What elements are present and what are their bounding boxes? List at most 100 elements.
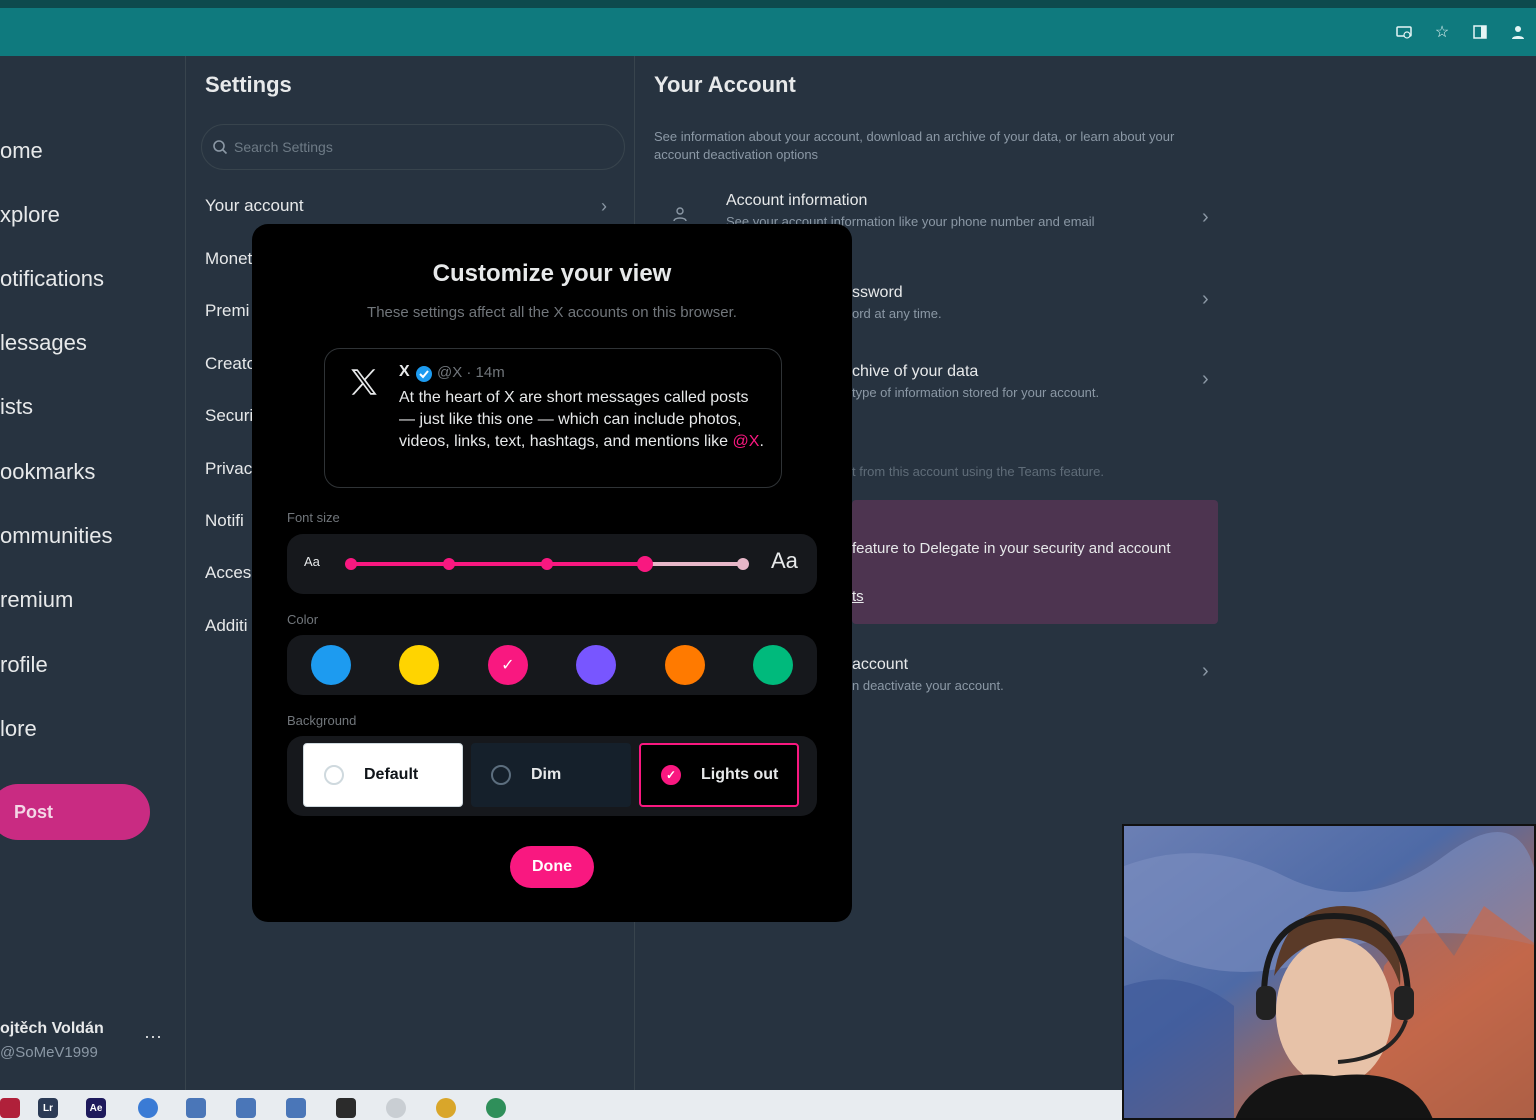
account-row-sub: ord at any time.	[852, 306, 942, 321]
webcam-image	[1124, 826, 1534, 1118]
app-icon[interactable]	[186, 1098, 206, 1118]
nav-notifications[interactable]: otifications	[0, 266, 104, 292]
profile-icon[interactable]	[1508, 22, 1528, 42]
nav-premium[interactable]: remium	[0, 587, 73, 613]
browser-icon[interactable]	[138, 1098, 158, 1118]
color-swatch-green[interactable]	[753, 645, 793, 685]
font-size-panel: Aa Aa	[287, 534, 817, 594]
preview-body: At the heart of X are short messages cal…	[399, 389, 749, 450]
slider-step[interactable]	[443, 558, 455, 570]
color-swatch-orange[interactable]	[664, 645, 705, 685]
settings-item-additional[interactable]: Additi	[205, 616, 248, 636]
color-picker: ✓	[287, 635, 817, 695]
settings-item-monetization[interactable]: Monet	[205, 249, 252, 269]
slider-thumb[interactable]	[637, 556, 653, 572]
preview-author-name: X	[399, 363, 410, 380]
font-size-slider[interactable]	[343, 548, 753, 580]
radio-unchecked-icon	[324, 765, 344, 785]
chevron-right-icon: ›	[601, 196, 607, 216]
side-panel-icon[interactable]	[1470, 22, 1490, 42]
nav-explore[interactable]: xplore	[0, 202, 60, 228]
post-button[interactable]: Post	[0, 784, 150, 840]
account-user-handle: @SoMeV1999	[0, 1044, 98, 1061]
background-default-option[interactable]: Default	[303, 743, 463, 807]
lightroom-icon[interactable]: Lr	[38, 1098, 58, 1118]
delegate-link[interactable]: ts	[852, 588, 864, 605]
slider-step[interactable]	[541, 558, 553, 570]
account-row-sub: n deactivate your account.	[852, 678, 1004, 693]
webcam-overlay	[1122, 824, 1536, 1120]
nav-lists[interactable]: ists	[0, 394, 33, 420]
chevron-right-icon: ›	[1202, 288, 1209, 310]
nav-profile[interactable]: rofile	[0, 652, 48, 678]
color-swatch-yellow[interactable]	[399, 645, 440, 685]
preview-mention: @X	[732, 433, 760, 450]
settings-item-your-account[interactable]: Your account	[205, 196, 304, 216]
os-taskbar: Lr Ae	[0, 1090, 1122, 1120]
color-swatch-purple[interactable]	[576, 645, 617, 685]
delegate-banner: feature to Delegate in your security and…	[852, 500, 1218, 624]
background-dim-label: Dim	[531, 766, 562, 783]
background-dim-option[interactable]: Dim	[471, 743, 631, 807]
account-title: Your Account	[654, 72, 796, 97]
font-size-large-label: Aa	[771, 548, 798, 573]
background-picker: Default Dim ✓ Lights out	[287, 736, 817, 816]
font-size-small-label: Aa	[304, 554, 320, 569]
color-swatch-blue[interactable]	[311, 645, 351, 685]
cast-icon[interactable]	[1394, 22, 1414, 42]
background-lights-out-option[interactable]: ✓ Lights out	[639, 743, 799, 807]
app-icon[interactable]	[0, 1098, 20, 1118]
nav-home[interactable]: ome	[0, 138, 43, 164]
settings-item-privacy[interactable]: Privac	[205, 459, 252, 479]
check-icon: ✓	[661, 765, 681, 785]
account-row-title[interactable]: Account information	[726, 192, 867, 210]
settings-title: Settings	[205, 72, 292, 97]
account-row-sub: t from this account using the Teams feat…	[852, 464, 1104, 479]
figma-icon[interactable]	[336, 1098, 356, 1118]
nav-bookmarks[interactable]: ookmarks	[0, 459, 95, 485]
slider-step[interactable]	[737, 558, 749, 570]
settings-item-premium[interactable]: Premi	[205, 301, 249, 321]
customize-view-modal: Customize your view These settings affec…	[252, 224, 852, 922]
account-row-sub: type of information stored for your acco…	[852, 385, 1100, 400]
account-row-title[interactable]: ssword	[852, 284, 903, 302]
background-lights-out-label: Lights out	[701, 766, 779, 783]
settings-search[interactable]	[201, 124, 625, 170]
account-row-title[interactable]: chive of your data	[852, 363, 978, 381]
bookmark-star-icon[interactable]: ☆	[1432, 22, 1452, 42]
app-icon[interactable]	[386, 1098, 406, 1118]
after-effects-icon[interactable]: Ae	[86, 1098, 106, 1118]
delegate-text: feature to Delegate in your security and…	[852, 540, 1171, 557]
app-icon[interactable]	[286, 1098, 306, 1118]
app-icon[interactable]	[236, 1098, 256, 1118]
radio-unchecked-icon	[491, 765, 511, 785]
search-icon	[213, 140, 228, 155]
account-description: See information about your account, down…	[654, 129, 1175, 162]
settings-item-notifications[interactable]: Notifi	[205, 511, 244, 531]
nav-more[interactable]: lore	[0, 716, 37, 742]
settings-item-accessibility[interactable]: Acces	[205, 563, 251, 583]
font-size-label: Font size	[287, 510, 340, 525]
chevron-right-icon: ›	[1202, 660, 1209, 682]
settings-search-input[interactable]	[234, 139, 594, 155]
slider-step[interactable]	[345, 558, 357, 570]
browser-toolbar: ☆	[0, 8, 1536, 56]
preview-handle-time: @X · 14m	[437, 364, 505, 381]
preview-end: .	[759, 433, 764, 450]
color-swatch-pink[interactable]: ✓	[487, 645, 528, 685]
account-user-name[interactable]: ojtěch Voldán	[0, 1020, 104, 1038]
x-logo-icon	[351, 369, 377, 395]
chrome-icon[interactable]	[436, 1098, 456, 1118]
account-row-title[interactable]: account	[852, 656, 908, 674]
settings-item-creator[interactable]: Creato	[205, 354, 256, 374]
person-icon	[673, 207, 687, 222]
settings-item-security[interactable]: Securi	[205, 406, 253, 426]
account-more-button[interactable]: ···	[144, 1026, 162, 1047]
left-navigation: ome xplore otifications lessages ists oo…	[0, 56, 186, 1090]
nav-communities[interactable]: ommunities	[0, 523, 112, 549]
done-button[interactable]: Done	[510, 846, 594, 888]
browser-top-strip	[0, 0, 1536, 8]
nav-messages[interactable]: lessages	[0, 330, 87, 356]
preview-text: At the heart of X are short messages cal…	[399, 387, 767, 453]
chrome-icon[interactable]	[486, 1098, 506, 1118]
